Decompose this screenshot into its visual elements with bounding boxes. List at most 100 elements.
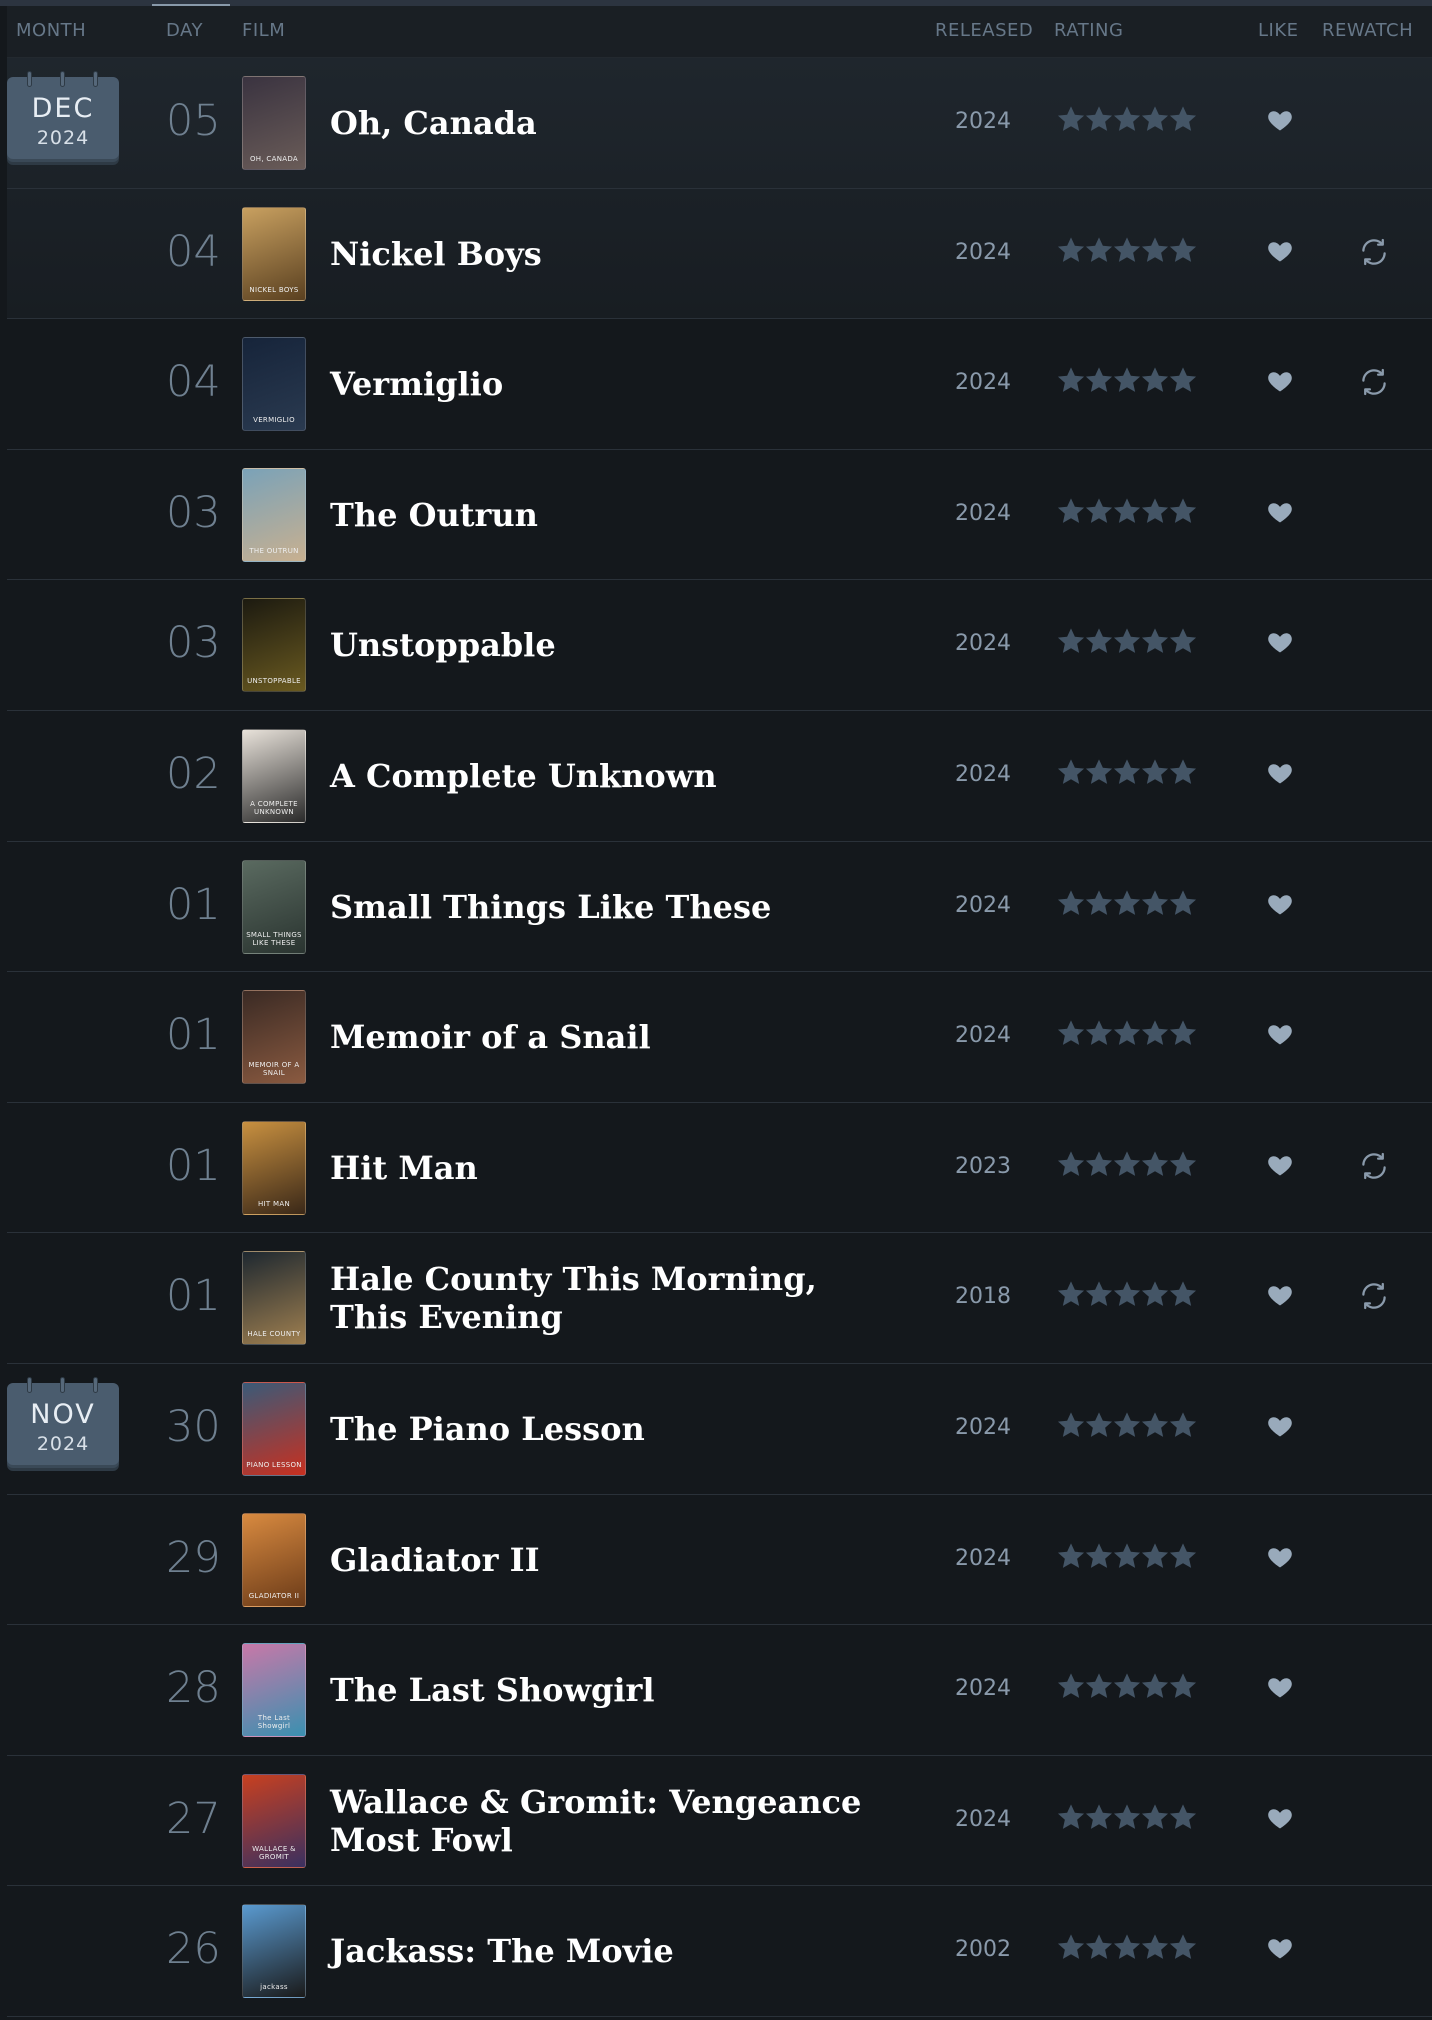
film-poster[interactable]: PIANO LESSON (242, 1381, 306, 1476)
entry-day[interactable]: 29 (166, 1533, 221, 1583)
release-year[interactable]: 2024 (955, 1023, 1011, 1048)
film-poster[interactable]: MEMOIR OF A SNAIL (242, 990, 306, 1085)
entry-day[interactable]: 01 (166, 1271, 221, 1321)
like-heart-icon[interactable] (1266, 890, 1294, 922)
film-poster[interactable]: HALE COUNTY (242, 1251, 306, 1346)
film-title-link[interactable]: Oh, Canada (330, 58, 890, 188)
diary-entry-row[interactable]: 01 HIT MAN Hit Man 2023 (7, 1102, 1432, 1234)
column-header-month[interactable]: MONTH (16, 20, 86, 41)
entry-day[interactable]: 03 (166, 618, 221, 668)
film-poster[interactable]: GLADIATOR II (242, 1512, 306, 1607)
diary-entry-row[interactable]: 03 UNSTOPPABLE Unstoppable 2024 (7, 580, 1432, 711)
film-title-link[interactable]: Wallace & Gromit: Vengeance Most Fowl (330, 1756, 890, 1886)
diary-entry-row[interactable]: DEC 2024 05 OH, CANADA Oh, Canada 2024 (7, 58, 1432, 189)
release-year[interactable]: 2024 (955, 1807, 1011, 1832)
calendar-month-badge[interactable]: DEC 2024 (7, 71, 119, 165)
diary-entry-row[interactable]: 04 NICKEL BOYS Nickel Boys 2024 (7, 188, 1432, 320)
film-title-link[interactable]: The Last Showgirl (330, 1625, 890, 1755)
star-rating[interactable] (1055, 234, 1197, 270)
column-header-day[interactable]: DAY (166, 20, 203, 41)
release-year[interactable]: 2024 (955, 370, 1011, 395)
like-heart-icon[interactable] (1266, 1020, 1294, 1052)
release-year[interactable]: 2018 (955, 1284, 1011, 1309)
like-heart-icon[interactable] (1266, 367, 1294, 399)
film-title-link[interactable]: Jackass: The Movie (330, 1886, 890, 2016)
film-title-link[interactable]: The Outrun (330, 450, 890, 580)
diary-entry-row[interactable]: 02 A COMPLETE UNKNOWN A Complete Unknown 20… (7, 710, 1432, 842)
release-year[interactable]: 2024 (955, 109, 1011, 134)
diary-entry-row[interactable]: 01 MEMOIR OF A SNAIL Memoir of a Snail 2024 (7, 972, 1432, 1103)
entry-day[interactable]: 05 (166, 96, 221, 146)
rewatch-icon[interactable] (1357, 235, 1391, 273)
film-title-link[interactable]: Unstoppable (330, 580, 890, 710)
entry-day[interactable]: 03 (166, 488, 221, 538)
star-rating[interactable] (1055, 1148, 1197, 1184)
column-header-film[interactable]: FILM (242, 20, 285, 41)
film-poster[interactable]: THE OUTRUN (242, 467, 306, 562)
diary-entry-row[interactable]: 03 THE OUTRUN The Outrun 2024 (7, 449, 1432, 581)
star-rating[interactable] (1055, 1017, 1197, 1053)
film-title-link[interactable]: Vermiglio (330, 319, 890, 449)
film-title-link[interactable]: Hit Man (330, 1103, 890, 1233)
film-poster[interactable]: WALLACE & GROMIT (242, 1773, 306, 1868)
like-heart-icon[interactable] (1266, 1543, 1294, 1575)
diary-entry-row[interactable]: 01 SMALL THINGS LIKE THESE Small Things Li… (7, 841, 1432, 973)
entry-day[interactable]: 04 (166, 227, 221, 277)
like-heart-icon[interactable] (1266, 498, 1294, 530)
like-heart-icon[interactable] (1266, 1804, 1294, 1836)
star-rating[interactable] (1055, 887, 1197, 923)
release-year[interactable]: 2024 (955, 1415, 1011, 1440)
star-rating[interactable] (1055, 1540, 1197, 1576)
release-year[interactable]: 2024 (955, 762, 1011, 787)
release-year[interactable]: 2024 (955, 501, 1011, 526)
star-rating[interactable] (1055, 1409, 1197, 1445)
star-rating[interactable] (1055, 103, 1197, 139)
film-poster[interactable]: The Last Showgirl (242, 1643, 306, 1738)
release-year[interactable]: 2024 (955, 631, 1011, 656)
like-heart-icon[interactable] (1266, 759, 1294, 791)
release-year[interactable]: 2024 (955, 240, 1011, 265)
like-heart-icon[interactable] (1266, 1934, 1294, 1966)
column-header-like[interactable]: LIKE (1258, 20, 1299, 41)
entry-day[interactable]: 01 (166, 880, 221, 930)
like-heart-icon[interactable] (1266, 1281, 1294, 1313)
film-poster[interactable]: HIT MAN (242, 1120, 306, 1215)
film-poster[interactable]: OH, CANADA (242, 76, 306, 170)
release-year[interactable]: 2023 (955, 1154, 1011, 1179)
film-title-link[interactable]: Small Things Like These (330, 842, 890, 972)
film-poster[interactable]: UNSTOPPABLE (242, 598, 306, 693)
like-heart-icon[interactable] (1266, 628, 1294, 660)
like-heart-icon[interactable] (1266, 1673, 1294, 1705)
film-title-link[interactable]: Hale County This Morning, This Evening (330, 1233, 890, 1363)
diary-entry-row[interactable]: 01 HALE COUNTY Hale County This Morning, T… (7, 1233, 1432, 1364)
entry-day[interactable]: 26 (166, 1924, 221, 1974)
like-heart-icon[interactable] (1266, 237, 1294, 269)
rewatch-icon[interactable] (1357, 365, 1391, 403)
like-heart-icon[interactable] (1266, 1151, 1294, 1183)
film-poster[interactable]: NICKEL BOYS (242, 206, 306, 301)
film-poster[interactable]: A COMPLETE UNKNOWN (242, 728, 306, 823)
diary-entry-row[interactable]: 26 jackass Jackass: The Movie 2002 (7, 1886, 1432, 2017)
film-poster[interactable]: jackass (242, 1904, 306, 1999)
star-rating[interactable] (1055, 495, 1197, 531)
film-title-link[interactable]: The Piano Lesson (330, 1364, 890, 1494)
like-heart-icon[interactable] (1266, 1412, 1294, 1444)
entry-day[interactable]: 30 (166, 1402, 221, 1452)
diary-entry-row[interactable]: 29 GLADIATOR II Gladiator II 2024 (7, 1494, 1432, 1626)
entry-day[interactable]: 01 (166, 1010, 221, 1060)
star-rating[interactable] (1055, 1278, 1197, 1314)
star-rating[interactable] (1055, 625, 1197, 661)
film-title-link[interactable]: A Complete Unknown (330, 711, 890, 841)
column-header-released[interactable]: RELEASED (935, 20, 1033, 41)
release-year[interactable]: 2024 (955, 893, 1011, 918)
entry-day[interactable]: 02 (166, 749, 221, 799)
diary-entry-row[interactable]: 28 The Last Showgirl The Last Showgirl 2024 (7, 1625, 1432, 1756)
diary-entry-row[interactable]: NOV 2024 30 PIANO LESSON The Piano Lesson 202… (7, 1363, 1432, 1495)
star-rating[interactable] (1055, 756, 1197, 792)
film-poster[interactable]: SMALL THINGS LIKE THESE (242, 859, 306, 954)
film-title-link[interactable]: Nickel Boys (330, 189, 890, 319)
like-heart-icon[interactable] (1266, 106, 1294, 138)
star-rating[interactable] (1055, 1670, 1197, 1706)
entry-day[interactable]: 04 (166, 357, 221, 407)
film-title-link[interactable]: Memoir of a Snail (330, 972, 890, 1102)
